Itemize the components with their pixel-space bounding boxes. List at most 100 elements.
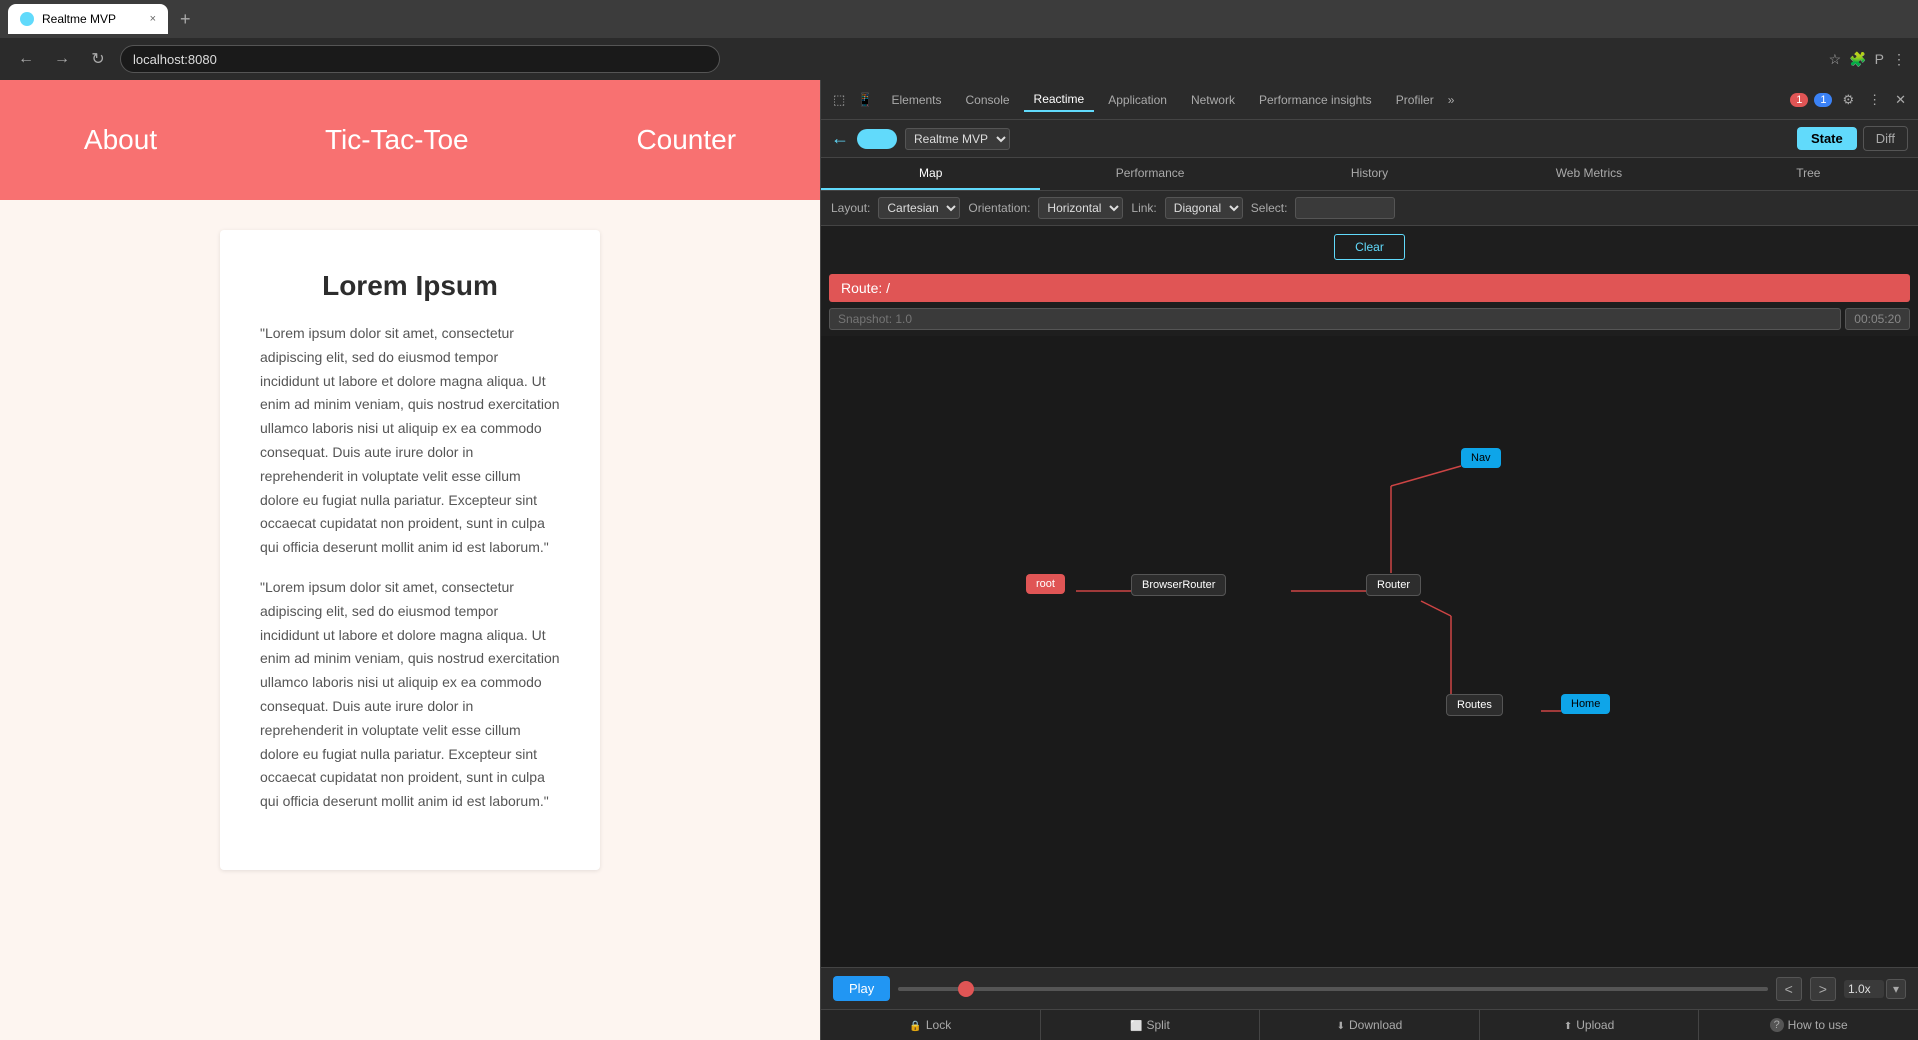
addressbar-icons: ☆ 🧩 P ⋮ — [1829, 51, 1906, 68]
more-icon-btn[interactable]: ⋮ — [1864, 88, 1885, 112]
nav-tictactoe[interactable]: Tic-Tac-Toe — [285, 114, 509, 166]
layout-label: Layout: — [831, 201, 870, 215]
tab-elements[interactable]: Elements — [881, 89, 951, 111]
nav-counter[interactable]: Counter — [596, 114, 776, 166]
browser-tab[interactable]: Realtme MVP × — [8, 4, 168, 34]
link-select[interactable]: Diagonal Step Linear — [1165, 197, 1243, 219]
rt-help-btn[interactable]: How to use — [1699, 1010, 1918, 1040]
more-tabs-btn[interactable]: » — [1448, 93, 1455, 107]
tab-favicon — [20, 12, 34, 26]
tab-web-metrics[interactable]: Web Metrics — [1479, 158, 1698, 190]
nav-about[interactable]: About — [44, 114, 197, 166]
rt-controls: Layout: Cartesian Radial Force Orientati… — [821, 191, 1918, 226]
app-nav: About Tic-Tac-Toe Counter — [0, 80, 820, 200]
device-icon-btn[interactable]: 📱 — [853, 88, 877, 112]
rt-back-btn[interactable]: ← — [831, 128, 849, 149]
upload-icon — [1564, 1018, 1572, 1032]
menu-icon[interactable]: ⋮ — [1892, 51, 1906, 68]
rt-lock-btn[interactable]: Lock — [821, 1010, 1041, 1040]
rt-progress-bar[interactable] — [898, 987, 1767, 991]
link-label: Link: — [1131, 201, 1156, 215]
tab-map[interactable]: Map — [821, 158, 1040, 190]
reload-btn[interactable]: ↻ — [84, 45, 112, 73]
rt-zoom-value: 1.0x — [1844, 980, 1884, 998]
tab-profiler[interactable]: Profiler — [1386, 89, 1444, 111]
close-devtools-btn[interactable]: ✕ — [1891, 88, 1910, 112]
main-layout: About Tic-Tac-Toe Counter Lorem Ipsum "L… — [0, 80, 1918, 1040]
download-icon — [1337, 1018, 1345, 1032]
settings-icon-btn[interactable]: ⚙ — [1838, 88, 1858, 112]
back-btn[interactable]: ← — [12, 45, 40, 73]
content-card: Lorem Ipsum "Lorem ipsum dolor sit amet,… — [220, 230, 600, 870]
node-root[interactable]: root — [1026, 574, 1065, 594]
help-icon — [1770, 1018, 1784, 1032]
node-browserrouter[interactable]: BrowserRouter — [1131, 574, 1226, 596]
select-input[interactable] — [1295, 197, 1395, 219]
node-home[interactable]: Home — [1561, 694, 1610, 714]
app-content: Lorem Ipsum "Lorem ipsum dolor sit amet,… — [0, 200, 820, 1040]
app-side: About Tic-Tac-Toe Counter Lorem Ipsum "L… — [0, 80, 820, 1040]
rt-split-btn[interactable]: Split — [1041, 1010, 1261, 1040]
address-input[interactable]: localhost:8080 — [120, 45, 720, 73]
rt-upload-btn[interactable]: Upload — [1480, 1010, 1700, 1040]
rt-clear-btn[interactable]: Clear — [1334, 234, 1405, 260]
upload-label: Upload — [1576, 1018, 1614, 1032]
tab-title: Realtme MVP — [42, 12, 116, 26]
new-tab-btn[interactable]: + — [172, 9, 199, 30]
rt-zoom-dropdown[interactable]: ▾ — [1886, 979, 1906, 999]
devtools-right-icons: 1 1 ⚙ ⋮ ✕ — [1790, 88, 1910, 112]
tab-history[interactable]: History — [1260, 158, 1479, 190]
rt-download-btn[interactable]: Download — [1260, 1010, 1480, 1040]
tab-console[interactable]: Console — [956, 89, 1020, 111]
rt-next-btn[interactable]: > — [1810, 977, 1836, 1001]
node-nav[interactable]: Nav — [1461, 448, 1501, 468]
rt-clear-area: Clear — [821, 226, 1918, 268]
inspect-icon-btn[interactable]: ⬚ — [829, 88, 849, 112]
tab-network[interactable]: Network — [1181, 89, 1245, 111]
content-paragraph-2: "Lorem ipsum dolor sit amet, consectetur… — [260, 576, 560, 814]
rt-tabs: Map Performance History Web Metrics Tree — [821, 158, 1918, 191]
tab-reactime[interactable]: Reactime — [1024, 88, 1095, 112]
error-badge: 1 — [1790, 93, 1808, 107]
rt-graph: root BrowserRouter Router Nav Routes Hom… — [821, 336, 1918, 967]
help-label: How to use — [1788, 1018, 1848, 1032]
node-routes[interactable]: Routes — [1446, 694, 1503, 716]
rt-app-dropdown[interactable]: Realtme MVP — [905, 128, 1010, 150]
rt-diff-btn[interactable]: Diff — [1863, 126, 1908, 151]
bookmark-icon[interactable]: ☆ — [1829, 51, 1842, 68]
address-bar-row: ← → ↻ localhost:8080 ☆ 🧩 P ⋮ — [0, 38, 1918, 80]
tab-tree[interactable]: Tree — [1699, 158, 1918, 190]
reactime-panel: ← Realtme MVP State Diff Map Performance… — [821, 120, 1918, 1040]
tab-application[interactable]: Application — [1098, 89, 1177, 111]
orientation-select[interactable]: Horizontal Vertical — [1038, 197, 1123, 219]
content-paragraph-1: "Lorem ipsum dolor sit amet, consectetur… — [260, 322, 560, 560]
split-label: Split — [1146, 1018, 1169, 1032]
layout-select[interactable]: Cartesian Radial Force — [878, 197, 960, 219]
extensions-icon[interactable]: 🧩 — [1849, 51, 1866, 68]
download-label: Download — [1349, 1018, 1402, 1032]
lock-icon — [909, 1018, 921, 1032]
address-text: localhost:8080 — [133, 52, 217, 67]
select-label: Select: — [1251, 201, 1288, 215]
rt-play-btn[interactable]: Play — [833, 976, 890, 1001]
rt-state-btn[interactable]: State — [1797, 127, 1857, 150]
rt-graph-svg — [821, 336, 1918, 967]
rt-progress-thumb[interactable] — [958, 981, 974, 997]
lock-label: Lock — [926, 1018, 951, 1032]
rt-bottom: Play < > 1.0x ▾ — [821, 967, 1918, 1009]
tab-performance-insights[interactable]: Performance insights — [1249, 89, 1382, 111]
tab-close-btn[interactable]: × — [150, 13, 156, 25]
rt-zoom: 1.0x ▾ — [1844, 979, 1906, 999]
snapshot-input[interactable] — [829, 308, 1841, 330]
profile-icon[interactable]: P — [1875, 51, 1884, 67]
split-icon — [1130, 1018, 1142, 1032]
forward-btn[interactable]: → — [48, 45, 76, 73]
tab-performance[interactable]: Performance — [1040, 158, 1259, 190]
browser-chrome: Realtme MVP × + — [0, 0, 1918, 38]
rt-prev-btn[interactable]: < — [1776, 977, 1802, 1001]
rt-footer: Lock Split Download Upload How to use — [821, 1009, 1918, 1040]
rt-header: ← Realtme MVP State Diff — [821, 120, 1918, 158]
rt-route: Route: / — [829, 274, 1910, 302]
node-router[interactable]: Router — [1366, 574, 1421, 596]
rt-toggle[interactable] — [857, 129, 897, 149]
